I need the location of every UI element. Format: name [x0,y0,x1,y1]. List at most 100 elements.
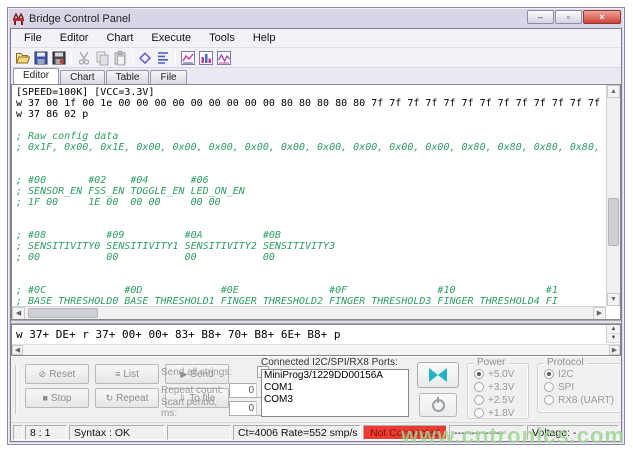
connect-icon [429,368,438,382]
radio-1v8[interactable]: +1.8V [474,407,528,419]
editor-line [16,263,606,274]
radio-rx8-uart[interactable]: RX8 (UART) [544,394,622,406]
command-text[interactable]: w 37+ DE+ r 37+ 00+ 00+ 83+ B8+ 70+ B8+ … [16,328,604,341]
validate-icon[interactable] [136,49,154,66]
status-empty-cell [167,425,231,440]
radio-2v5[interactable]: +2.5V [474,394,528,406]
scroll-thumb[interactable] [608,198,619,246]
toolbar-separator [175,51,176,65]
scroll-right-icon[interactable]: ▶ [609,345,620,355]
stop-button[interactable]: ■Stop [25,388,89,408]
editor-line: ; SENSITIVITY0 SENSITIVITY1 SENSITIVITY2… [16,241,606,252]
graph-icon-2[interactable] [197,49,215,66]
port-list-item[interactable]: COM3 [262,394,408,406]
client-area: File Editor Chart Execute Tools Help [10,28,622,442]
scan-period-value[interactable]: 0 [230,403,256,414]
spin-up-icon[interactable]: ▲ [607,325,620,334]
repeat-count-label: Repeat count: [161,385,223,396]
status-connection-badge: Not Connected [363,425,447,440]
open-icon[interactable] [14,49,32,66]
reset-button[interactable]: ⊘Reset [25,364,89,384]
radio-icon [474,382,484,392]
editor-line: ; #00 #02 #04 #06 [16,175,606,186]
toolbar [11,48,621,68]
maximize-button[interactable]: ▫ [555,10,582,24]
radio-icon [474,395,484,405]
port-list-item[interactable]: MiniProg3/1229DD00156A [262,370,408,382]
tab-editor[interactable]: Editor [13,68,59,84]
close-button[interactable]: × [583,10,621,24]
radio-spi[interactable]: SPI [544,381,622,393]
protocol-group: Protocol I2C SPI RX8 (UART) [537,363,622,413]
menu-execute[interactable]: Execute [142,30,200,46]
port-list-item[interactable]: COM1 [262,382,408,394]
scroll-down-icon[interactable]: ▼ [607,293,620,306]
menu-file[interactable]: File [15,30,51,46]
cut-icon[interactable] [75,49,93,66]
repeat-button[interactable]: ↻Repeat [95,388,159,408]
scroll-thumb[interactable] [28,308,98,318]
paste-icon[interactable] [111,49,129,66]
menu-editor[interactable]: Editor [51,30,98,46]
editor-line: ; #08 #09 #0A #0B [16,230,606,241]
tab-table[interactable]: Table [106,70,150,84]
radio-selected-icon [544,369,554,379]
tab-chart[interactable]: Chart [60,70,104,84]
panel-grip [15,365,18,414]
editor-line: ; #0C #0D #0E #0F #10 #1 [16,285,606,296]
radio-icon [544,382,554,392]
list-button[interactable]: ≡List [95,364,159,384]
ports-listbox[interactable]: MiniProg3/1229DD00156A COM1 COM3 [261,369,409,417]
power-group: Power +5.0V +3.3V +2.5V +1.8V [467,363,529,419]
power-toggle-button[interactable] [419,393,457,417]
ports-section: Connected I2C/SPI/RX8 Ports: MiniProg3/1… [261,357,411,417]
status-grip-cell [13,425,23,440]
spin-down-icon[interactable]: ▼ [607,334,620,343]
radio-3v3[interactable]: +3.3V [474,381,528,393]
screenshot: Bridge Control Panel – ▫ × File Editor C… [0,0,633,451]
toolbar-separator [71,51,72,65]
editor-vertical-scrollbar[interactable]: ▲ ▼ [606,85,620,306]
editor-horizontal-scrollbar[interactable]: ◀ ▶ [12,306,606,319]
tab-bar: Editor Chart Table File [11,68,621,84]
menu-chart[interactable]: Chart [97,30,142,46]
menu-help[interactable]: Help [244,30,285,46]
minimize-button[interactable]: – [527,10,554,24]
scroll-up-icon[interactable]: ▲ [607,85,620,98]
command-input[interactable]: w 37+ DE+ r 37+ 00+ 00+ 83+ B8+ 70+ B8+ … [11,324,621,356]
radio-icon [544,395,554,405]
scroll-left-icon[interactable]: ◀ [12,345,23,355]
editor-line: ; 1F 00 1E 00 00 00 00 00 [16,197,606,208]
menu-tools[interactable]: Tools [200,30,244,46]
save-icon[interactable] [32,49,50,66]
graph-icon-1[interactable] [179,49,197,66]
scroll-left-icon[interactable]: ◀ [12,307,25,320]
editor-line: ; Raw config data [16,131,606,142]
command-spinner[interactable]: ▲ ▼ [606,325,620,343]
connect-button[interactable] [417,362,459,388]
editor-line [16,219,606,230]
radio-5v[interactable]: +5.0V [474,368,528,380]
code-editor[interactable]: [SPEED=100K] [VCC=3.3V] w 37 00 1f 00 1e… [11,84,621,320]
editor-line: [SPEED=100K] [VCC=3.3V] [16,87,606,98]
title-bar[interactable]: Bridge Control Panel – ▫ × [10,10,622,28]
scan-period-label: Scan period, ms: [161,397,229,419]
status-voltage: Voltage: - [527,425,619,440]
reset-icon: ⊘ [39,369,47,380]
radio-i2c[interactable]: I2C [544,368,622,380]
status-syntax: Syntax : OK [69,425,165,440]
repeat-count-value[interactable]: 0 [230,385,256,396]
power-group-legend: Power [474,357,508,368]
save-all-icon[interactable] [50,49,68,66]
stop-icon: ■ [42,393,47,403]
graph-icon-3[interactable] [215,49,233,66]
editor-line: ; SENSOR_EN FSS_EN TOGGLE_EN LED_ON_EN [16,186,606,197]
tab-file[interactable]: File [150,70,186,84]
editor-line: w 37 86 02 p [16,109,606,120]
copy-icon[interactable] [93,49,111,66]
command-horizontal-scrollbar[interactable]: ◀ ▶ [12,344,620,355]
editor-text[interactable]: [SPEED=100K] [VCC=3.3V] w 37 00 1f 00 1e… [12,85,606,306]
list-view-icon[interactable] [154,49,172,66]
scroll-right-icon[interactable]: ▶ [593,307,606,320]
editor-line: ; BASE_THRESHOLD0 BASE_THRESHOLD1 FINGER… [16,296,606,306]
